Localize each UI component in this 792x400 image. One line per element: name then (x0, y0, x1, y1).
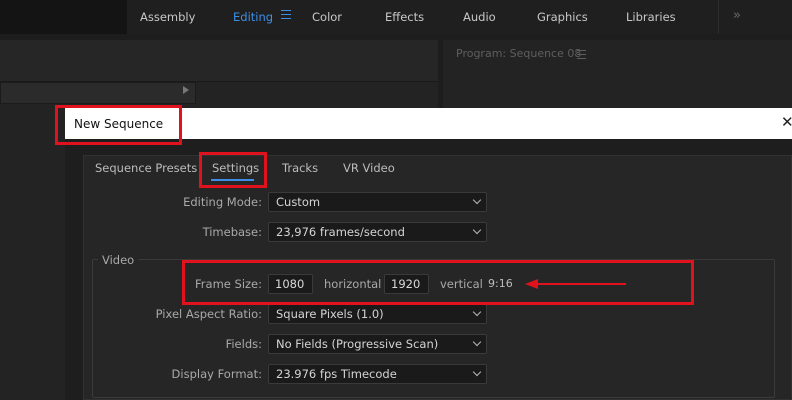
annotation-arrow-icon (525, 279, 538, 289)
workspace-overflow-icon[interactable]: » (733, 0, 741, 34)
editing-mode-value: Custom (276, 195, 321, 209)
annotation-arrow-line (537, 283, 626, 285)
workspace-menu-icon[interactable] (281, 10, 291, 22)
pixel-aspect-ratio-select[interactable]: Square Pixels (1.0) (268, 304, 487, 324)
fields-label: Fields: (225, 337, 262, 351)
workspace-tab-color[interactable]: Color (312, 0, 342, 34)
tab-sequence-presets[interactable]: Sequence Presets (95, 161, 197, 179)
editing-mode-label: Editing Mode: (183, 195, 262, 209)
editing-mode-select[interactable]: Custom (268, 192, 487, 212)
program-monitor-title[interactable]: Program: Sequence 08 (456, 47, 581, 60)
panel-expand-arrow-icon[interactable] (183, 86, 189, 94)
tab-tracks[interactable]: Tracks (282, 161, 318, 179)
pixel-aspect-ratio-label: Pixel Aspect Ratio: (155, 307, 262, 321)
program-monitor-menu-icon[interactable] (577, 50, 586, 62)
pixel-aspect-ratio-value: Square Pixels (1.0) (276, 307, 384, 321)
workspace-tab-audio[interactable]: Audio (463, 0, 496, 34)
highlight-box-settings-tab (199, 152, 267, 188)
workspace-tab-libraries[interactable]: Libraries (626, 0, 676, 34)
display-format-value: 23.976 fps Timecode (276, 367, 397, 381)
chevron-down-icon (472, 195, 482, 205)
display-format-select[interactable]: 23.976 fps Timecode (268, 364, 487, 384)
display-format-label: Display Format: (171, 367, 262, 381)
project-panel-scrollbar[interactable] (0, 82, 196, 104)
workspace-bar-left-area (0, 0, 127, 34)
highlight-box-title (55, 105, 182, 145)
workspace-tab-effects[interactable]: Effects (385, 0, 424, 34)
video-group-legend: Video (98, 253, 139, 267)
timebase-select[interactable]: 23,976 frames/second (268, 222, 487, 242)
chevron-down-icon (472, 307, 482, 317)
chevron-down-icon (472, 225, 482, 235)
project-panel-header (0, 40, 438, 82)
timebase-value: 23,976 frames/second (276, 225, 405, 239)
workspace-tab-graphics[interactable]: Graphics (537, 0, 588, 34)
workspace-tab-editing[interactable]: Editing (233, 0, 273, 34)
workspace-bar: Assembly Editing Color Effects Audio Gra… (0, 0, 792, 34)
app-window: Assembly Editing Color Effects Audio Gra… (0, 0, 792, 400)
fields-select[interactable]: No Fields (Progressive Scan) (268, 334, 487, 354)
workspace-divider (718, 0, 719, 34)
close-icon[interactable]: ✕ (781, 114, 792, 130)
chevron-down-icon (472, 367, 482, 377)
workspace-tab-assembly[interactable]: Assembly (140, 0, 195, 34)
tab-vr-video[interactable]: VR Video (343, 161, 395, 179)
chevron-down-icon (472, 337, 482, 347)
timebase-label: Timebase: (202, 225, 262, 239)
fields-value: No Fields (Progressive Scan) (276, 337, 439, 351)
